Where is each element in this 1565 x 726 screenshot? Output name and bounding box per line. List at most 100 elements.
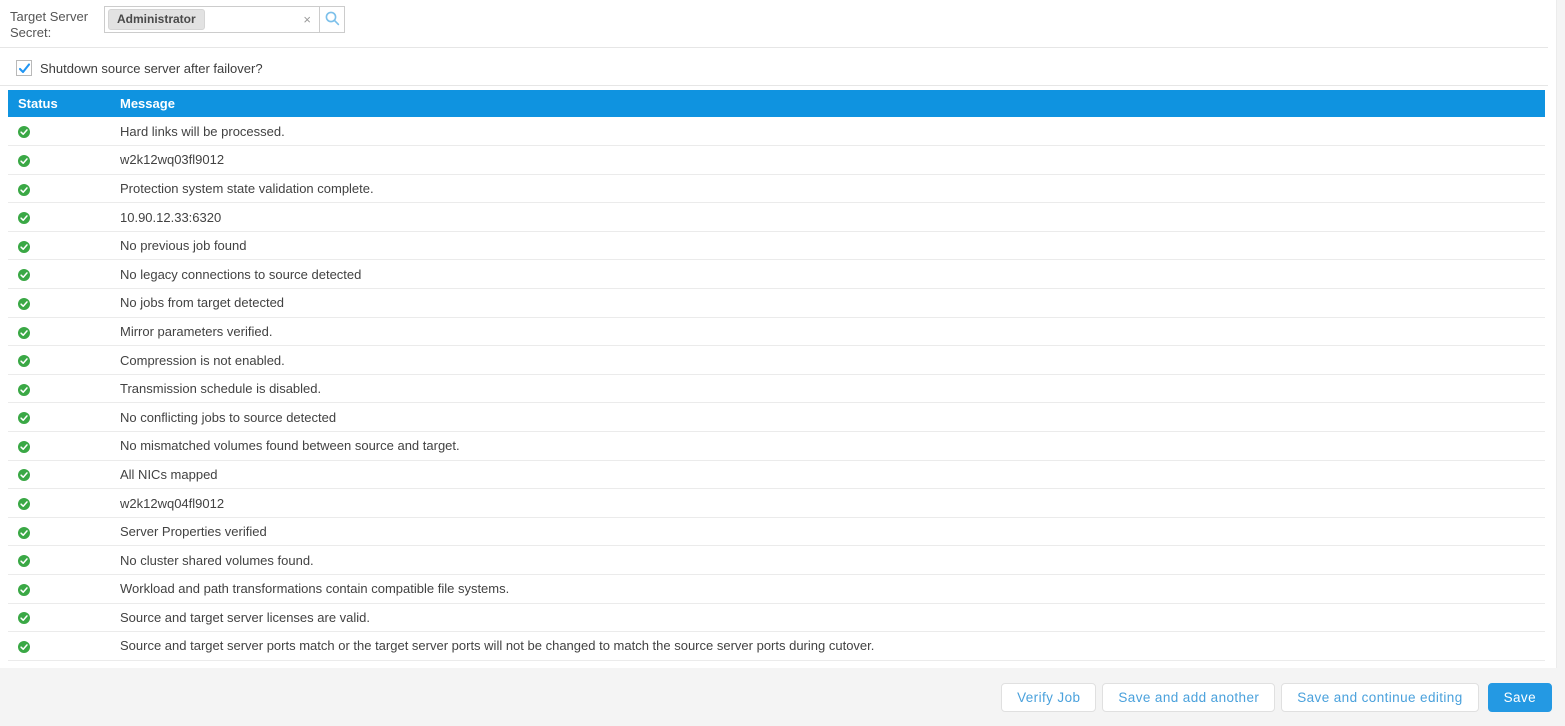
table-row: No previous job found: [8, 231, 1545, 260]
table-row: No mismatched volumes found between sour…: [8, 432, 1545, 461]
status-cell: [8, 146, 110, 175]
table-row: All NICs mapped: [8, 460, 1545, 489]
status-cell: [8, 460, 110, 489]
table-row: Server Properties verified: [8, 517, 1545, 546]
status-cell: [8, 575, 110, 604]
message-cell: No cluster shared volumes found.: [110, 546, 1545, 575]
success-check-icon: [18, 212, 30, 224]
vertical-scrollbar[interactable]: [1556, 0, 1565, 668]
message-cell: Mirror parameters verified.: [110, 317, 1545, 346]
message-cell: No previous job found: [110, 231, 1545, 260]
table-row: w2k12wq04fl9012: [8, 489, 1545, 518]
success-check-icon: [18, 641, 30, 653]
status-cell: [8, 489, 110, 518]
save-and-add-another-button[interactable]: Save and add another: [1102, 683, 1275, 712]
table-row: Source and target server licenses are va…: [8, 603, 1545, 632]
status-cell: [8, 432, 110, 461]
table-row: 10.90.12.33:6320: [8, 203, 1545, 232]
success-check-icon: [18, 612, 30, 624]
message-cell: No jobs from target detected: [110, 289, 1545, 318]
message-column-header: Message: [110, 90, 1545, 117]
table-row: No jobs from target detected: [8, 289, 1545, 318]
table-row: Source and target server ports match or …: [8, 632, 1545, 661]
message-table-body: Hard links will be processed.w2k12wq03fl…: [8, 117, 1545, 660]
message-cell: Transmission schedule is disabled.: [110, 374, 1545, 403]
success-check-icon: [18, 441, 30, 453]
status-cell: [8, 403, 110, 432]
success-check-icon: [18, 555, 30, 567]
success-check-icon: [18, 184, 30, 196]
target-server-secret-label: Target Server Secret:: [10, 9, 98, 41]
table-row: Workload and path transformations contai…: [8, 575, 1545, 604]
success-check-icon: [18, 126, 30, 138]
verify-job-button[interactable]: Verify Job: [1001, 683, 1096, 712]
target-server-secret-input[interactable]: Administrator ×: [104, 6, 320, 33]
status-cell: [8, 203, 110, 232]
credential-search-button[interactable]: [320, 6, 345, 33]
message-cell: All NICs mapped: [110, 460, 1545, 489]
success-check-icon: [18, 469, 30, 481]
save-and-continue-editing-button[interactable]: Save and continue editing: [1281, 683, 1478, 712]
status-cell: [8, 231, 110, 260]
save-button[interactable]: Save: [1488, 683, 1552, 712]
status-cell: [8, 603, 110, 632]
success-check-icon: [18, 241, 30, 253]
clear-selection-icon[interactable]: ×: [301, 13, 313, 26]
message-cell: Protection system state validation compl…: [110, 174, 1545, 203]
status-column-header: Status: [8, 90, 110, 117]
success-check-icon: [18, 584, 30, 596]
table-header-row: Status Message: [8, 90, 1545, 117]
table-row: w2k12wq03fl9012: [8, 146, 1545, 175]
message-cell: Workload and path transformations contai…: [110, 575, 1545, 604]
success-check-icon: [18, 498, 30, 510]
table-row: Mirror parameters verified.: [8, 317, 1545, 346]
shutdown-option-row: Shutdown source server after failover?: [16, 56, 263, 80]
success-check-icon: [18, 384, 30, 396]
status-cell: [8, 289, 110, 318]
message-cell: No mismatched volumes found between sour…: [110, 432, 1545, 461]
divider: [0, 85, 1548, 86]
table-row: Hard links will be processed.: [8, 117, 1545, 146]
message-cell: Source and target server licenses are va…: [110, 603, 1545, 632]
status-cell: [8, 174, 110, 203]
message-cell: Source and target server ports match or …: [110, 632, 1545, 661]
status-cell: [8, 546, 110, 575]
table-row: No legacy connections to source detected: [8, 260, 1545, 289]
shutdown-checkbox[interactable]: [16, 60, 32, 76]
message-cell: No conflicting jobs to source detected: [110, 403, 1545, 432]
table-row: No conflicting jobs to source detected: [8, 403, 1545, 432]
selected-credential-tag: Administrator: [108, 9, 205, 30]
search-icon: [324, 10, 341, 30]
success-check-icon: [18, 355, 30, 367]
status-cell: [8, 374, 110, 403]
message-cell: Compression is not enabled.: [110, 346, 1545, 375]
validation-results-table: Status Message Hard links will be proces…: [8, 90, 1545, 661]
footer-action-bar: Verify Job Save and add another Save and…: [0, 668, 1565, 726]
message-cell: No legacy connections to source detected: [110, 260, 1545, 289]
table-row: Transmission schedule is disabled.: [8, 374, 1545, 403]
table-row: Protection system state validation compl…: [8, 174, 1545, 203]
divider: [0, 47, 1548, 48]
job-validation-page: Target Server Secret: Administrator ×: [0, 0, 1565, 726]
table-row: No cluster shared volumes found.: [8, 546, 1545, 575]
status-cell: [8, 260, 110, 289]
message-cell: w2k12wq04fl9012: [110, 489, 1545, 518]
status-cell: [8, 346, 110, 375]
message-cell: w2k12wq03fl9012: [110, 146, 1545, 175]
success-check-icon: [18, 527, 30, 539]
status-cell: [8, 317, 110, 346]
success-check-icon: [18, 412, 30, 424]
success-check-icon: [18, 269, 30, 281]
target-server-secret-widget: Administrator ×: [104, 6, 345, 33]
table-row: Compression is not enabled.: [8, 346, 1545, 375]
status-cell: [8, 117, 110, 146]
message-cell: Hard links will be processed.: [110, 117, 1545, 146]
checkmark-icon: [18, 62, 31, 75]
success-check-icon: [18, 327, 30, 339]
status-cell: [8, 632, 110, 661]
shutdown-checkbox-label: Shutdown source server after failover?: [40, 61, 263, 76]
success-check-icon: [18, 155, 30, 167]
status-cell: [8, 517, 110, 546]
target-server-secret-row: Target Server Secret: Administrator ×: [0, 0, 1545, 48]
message-cell: 10.90.12.33:6320: [110, 203, 1545, 232]
